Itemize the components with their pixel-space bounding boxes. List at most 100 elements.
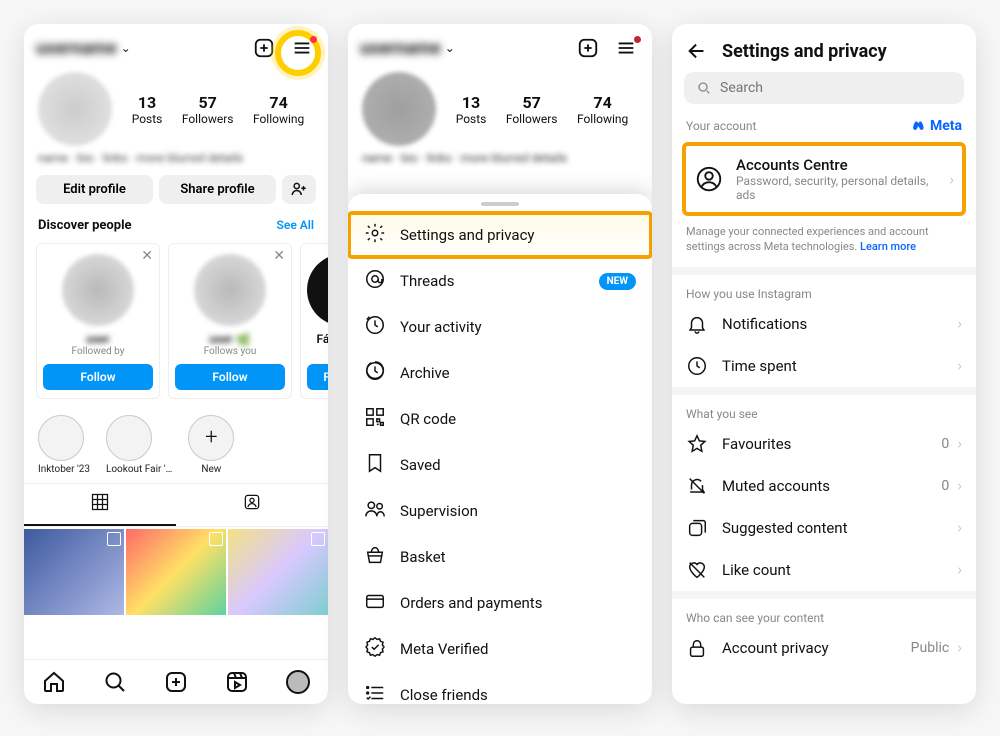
- settings-header: Settings and privacy: [672, 24, 976, 72]
- discover-people-title: Discover people: [38, 218, 132, 233]
- discover-cards[interactable]: ✕ user Followed by Follow ✕ user 🌿 Follo…: [24, 237, 328, 409]
- post-thumbnail[interactable]: [126, 529, 226, 615]
- profile-tabs: [24, 483, 328, 527]
- menu-item-your-activity[interactable]: Your activity: [348, 304, 652, 350]
- edit-profile-button[interactable]: Edit profile: [36, 175, 153, 204]
- heart-off-icon: [686, 559, 708, 581]
- close-icon[interactable]: ✕: [141, 248, 153, 264]
- chevron-right-icon: ›: [949, 170, 954, 189]
- item-time-spent[interactable]: Time spent ›: [672, 345, 976, 387]
- back-arrow-icon[interactable]: [686, 40, 708, 62]
- accounts-centre-card[interactable]: Accounts Centre Password, security, pers…: [682, 142, 966, 216]
- item-account-privacy[interactable]: Account privacy Public›: [672, 627, 976, 669]
- story-highlights: Inktober '23 Lookout Fair '… +New: [24, 409, 328, 481]
- tab-tagged[interactable]: [176, 484, 328, 526]
- profile-stats-row: 13Posts 57Followers 74Following: [24, 66, 328, 146]
- follow-button[interactable]: Follow: [43, 364, 153, 390]
- tab-grid[interactable]: [24, 484, 176, 526]
- page-title: Settings and privacy: [722, 41, 887, 62]
- section-what-you-see: What you see: [672, 397, 976, 423]
- settings-search[interactable]: [684, 72, 964, 104]
- menu-item-archive[interactable]: Archive: [348, 350, 652, 396]
- discover-card[interactable]: ✕ user Followed by Follow: [36, 243, 160, 399]
- follow-button[interactable]: Follow: [175, 364, 285, 390]
- qr-icon: [364, 406, 386, 432]
- home-icon[interactable]: [42, 670, 66, 694]
- hamburger-menu-button[interactable]: [288, 34, 316, 62]
- item-like-count[interactable]: Like count ›: [672, 549, 976, 591]
- item-suggested-content[interactable]: Suggested content ›: [672, 507, 976, 549]
- highlight-new[interactable]: +New: [188, 415, 234, 475]
- username-dropdown[interactable]: username ⌄: [36, 38, 131, 59]
- posts-grid[interactable]: [24, 527, 328, 615]
- screen-menu-sheet: username⌄ 13Posts 57Followers 74Followin…: [348, 24, 652, 704]
- search-icon[interactable]: [103, 670, 127, 694]
- grid-icon: [90, 492, 110, 512]
- plus-icon: +: [205, 425, 217, 450]
- post-thumbnail[interactable]: [228, 529, 328, 615]
- follow-button[interactable]: Fo: [307, 364, 328, 390]
- search-input[interactable]: [720, 80, 952, 96]
- menu-item-saved[interactable]: Saved: [348, 442, 652, 488]
- discover-card[interactable]: ✕ user 🌿 Follows you Follow: [168, 243, 292, 399]
- item-muted-accounts[interactable]: Muted accounts 0›: [672, 465, 976, 507]
- menu-item-meta-verified[interactable]: Meta Verified: [348, 626, 652, 672]
- accounts-help-text: Manage your connected experiences and ac…: [672, 216, 976, 267]
- profile-bio: name · bio · links · more blurred detail…: [24, 146, 328, 175]
- stat-following[interactable]: 74Following: [253, 93, 304, 126]
- plus-square-icon: [253, 37, 275, 59]
- create-icon[interactable]: [164, 670, 188, 694]
- share-profile-button[interactable]: Share profile: [159, 175, 276, 204]
- person-tag-icon: [242, 492, 262, 512]
- profile-avatar[interactable]: [38, 72, 112, 146]
- create-post-button[interactable]: [250, 34, 278, 62]
- gear-icon: [364, 222, 386, 248]
- basket-icon: [364, 544, 386, 570]
- screen-profile: username ⌄ 13Posts 57Followers 74Followi…: [24, 24, 328, 704]
- star-icon: [686, 433, 708, 455]
- meta-logo: Meta: [911, 118, 962, 134]
- section-how-you-use: How you use Instagram: [672, 277, 976, 303]
- reels-icon[interactable]: [225, 670, 249, 694]
- list-icon: [364, 682, 386, 704]
- stat-followers[interactable]: 57Followers: [182, 93, 234, 126]
- bottom-nav: [24, 659, 328, 704]
- new-badge: NEW: [599, 273, 636, 290]
- menu-item-qr-code[interactable]: QR code: [348, 396, 652, 442]
- section-your-account: Your account: [686, 119, 756, 133]
- learn-more-link[interactable]: Learn more: [860, 240, 916, 253]
- discover-people-icon-button[interactable]: [282, 175, 316, 204]
- menu-item-supervision[interactable]: Supervision: [348, 488, 652, 534]
- clock-icon: [364, 314, 386, 340]
- search-icon: [696, 80, 712, 96]
- verified-icon: [364, 636, 386, 662]
- notification-dot: [310, 36, 317, 43]
- bell-off-icon: [686, 475, 708, 497]
- post-thumbnail[interactable]: [24, 529, 124, 615]
- menu-item-close-friends[interactable]: Close friends: [348, 672, 652, 704]
- options-bottom-sheet: Settings and privacyThreadsNEWYour activ…: [348, 194, 652, 704]
- archive-icon: [364, 360, 386, 386]
- highlight-item[interactable]: Lookout Fair '…: [106, 415, 172, 475]
- discover-card[interactable]: Fa Fát... Fo: [300, 243, 328, 399]
- menu-item-basket[interactable]: Basket: [348, 534, 652, 580]
- bell-icon: [686, 313, 708, 335]
- at-icon: [364, 268, 386, 294]
- layers-icon: [686, 517, 708, 539]
- close-icon[interactable]: ✕: [273, 248, 285, 264]
- item-notifications[interactable]: Notifications ›: [672, 303, 976, 345]
- menu-item-threads[interactable]: ThreadsNEW: [348, 258, 652, 304]
- see-all-link[interactable]: See All: [277, 218, 314, 232]
- person-circle-icon: [694, 164, 724, 194]
- nav-profile-avatar[interactable]: [286, 670, 310, 694]
- highlight-item[interactable]: Inktober '23: [38, 415, 90, 475]
- sheet-grabber[interactable]: [481, 202, 519, 206]
- person-plus-icon: [290, 180, 308, 198]
- menu-item-orders-and-payments[interactable]: Orders and payments: [348, 580, 652, 626]
- card-icon: [364, 590, 386, 616]
- chevron-down-icon: ⌄: [121, 41, 131, 55]
- section-who-can-see: Who can see your content: [672, 601, 976, 627]
- stat-posts[interactable]: 13Posts: [132, 93, 163, 126]
- item-favourites[interactable]: Favourites 0›: [672, 423, 976, 465]
- menu-item-settings-and-privacy[interactable]: Settings and privacy: [348, 212, 652, 258]
